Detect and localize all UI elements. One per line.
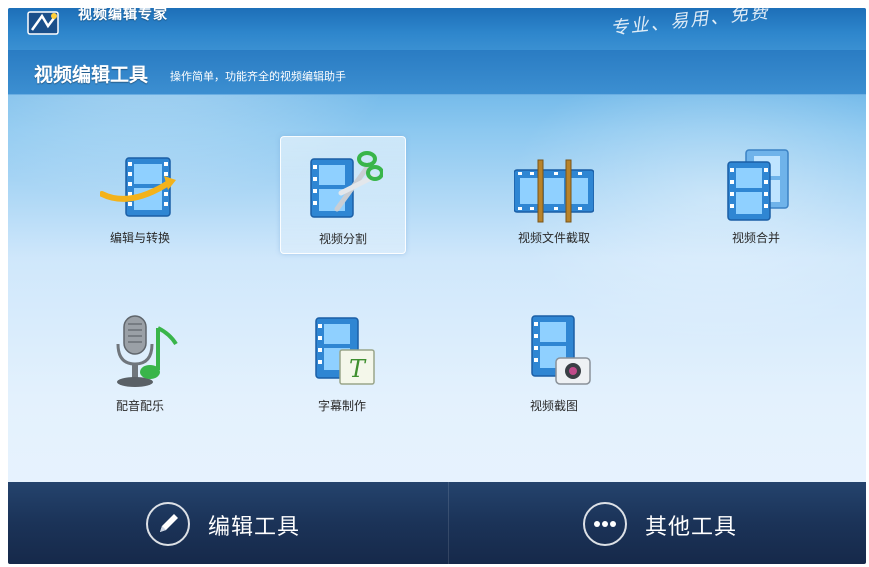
film-subtitle-icon: T (315, 317, 375, 385)
section-title: 视频编辑工具 (34, 64, 149, 86)
slogan: 专业、易用、免费 (609, 8, 771, 40)
film-cut-icon (514, 159, 594, 223)
app-logo-icon (27, 11, 59, 35)
tool-subtitle-making[interactable]: T 字幕制作 (280, 304, 404, 420)
app-window: 视频编辑专家 专业、易用、免费 视频编辑工具 操作简单，功能齐全的视频编辑助手 … (8, 8, 866, 564)
svg-text:T: T (349, 355, 367, 383)
microphone-music-icon (116, 315, 178, 387)
title-bar: 视频编辑专家 专业、易用、免费 (8, 8, 866, 50)
tool-label: 字幕制作 (317, 399, 366, 413)
more-dots-icon (594, 521, 616, 527)
tool-video-merge[interactable]: 视频合并 (694, 136, 818, 252)
film-convert-icon (100, 157, 176, 217)
tool-label: 视频分割 (318, 232, 367, 246)
edit-tools-button[interactable]: 编辑工具 (8, 482, 448, 564)
tool-label: 编辑与转换 (109, 231, 170, 245)
tool-dubbing-music[interactable]: 配音配乐 (78, 304, 202, 420)
section-header: 视频编辑工具 操作简单，功能齐全的视频编辑助手 (8, 50, 866, 95)
tool-edit-convert[interactable]: 编辑与转换 (78, 136, 202, 252)
tool-label: 视频合并 (731, 231, 780, 245)
other-tools-label: 其他工具 (645, 515, 738, 540)
tool-video-split[interactable]: 视频分割 (280, 136, 406, 254)
bottom-nav-bar: 编辑工具 其他工具 (8, 482, 866, 564)
tool-label: 配音配乐 (115, 399, 164, 413)
edit-tools-circle (146, 502, 190, 546)
tool-video-file-cut[interactable]: 视频文件截取 (492, 136, 616, 252)
tool-label: 视频文件截取 (517, 231, 590, 245)
tool-video-screenshot[interactable]: 视频截图 (492, 304, 616, 420)
other-tools-button[interactable]: 其他工具 (449, 482, 866, 564)
pencil-icon (160, 514, 178, 532)
film-camera-icon (531, 315, 591, 385)
tool-label: 视频截图 (529, 399, 578, 413)
film-merge-icon (727, 149, 789, 221)
app-title: 视频编辑专家 (78, 8, 168, 23)
edit-tools-label: 编辑工具 (208, 515, 301, 540)
other-tools-circle (583, 502, 627, 546)
section-subtitle: 操作简单，功能齐全的视频编辑助手 (170, 70, 346, 83)
film-scissors-icon (310, 151, 383, 218)
